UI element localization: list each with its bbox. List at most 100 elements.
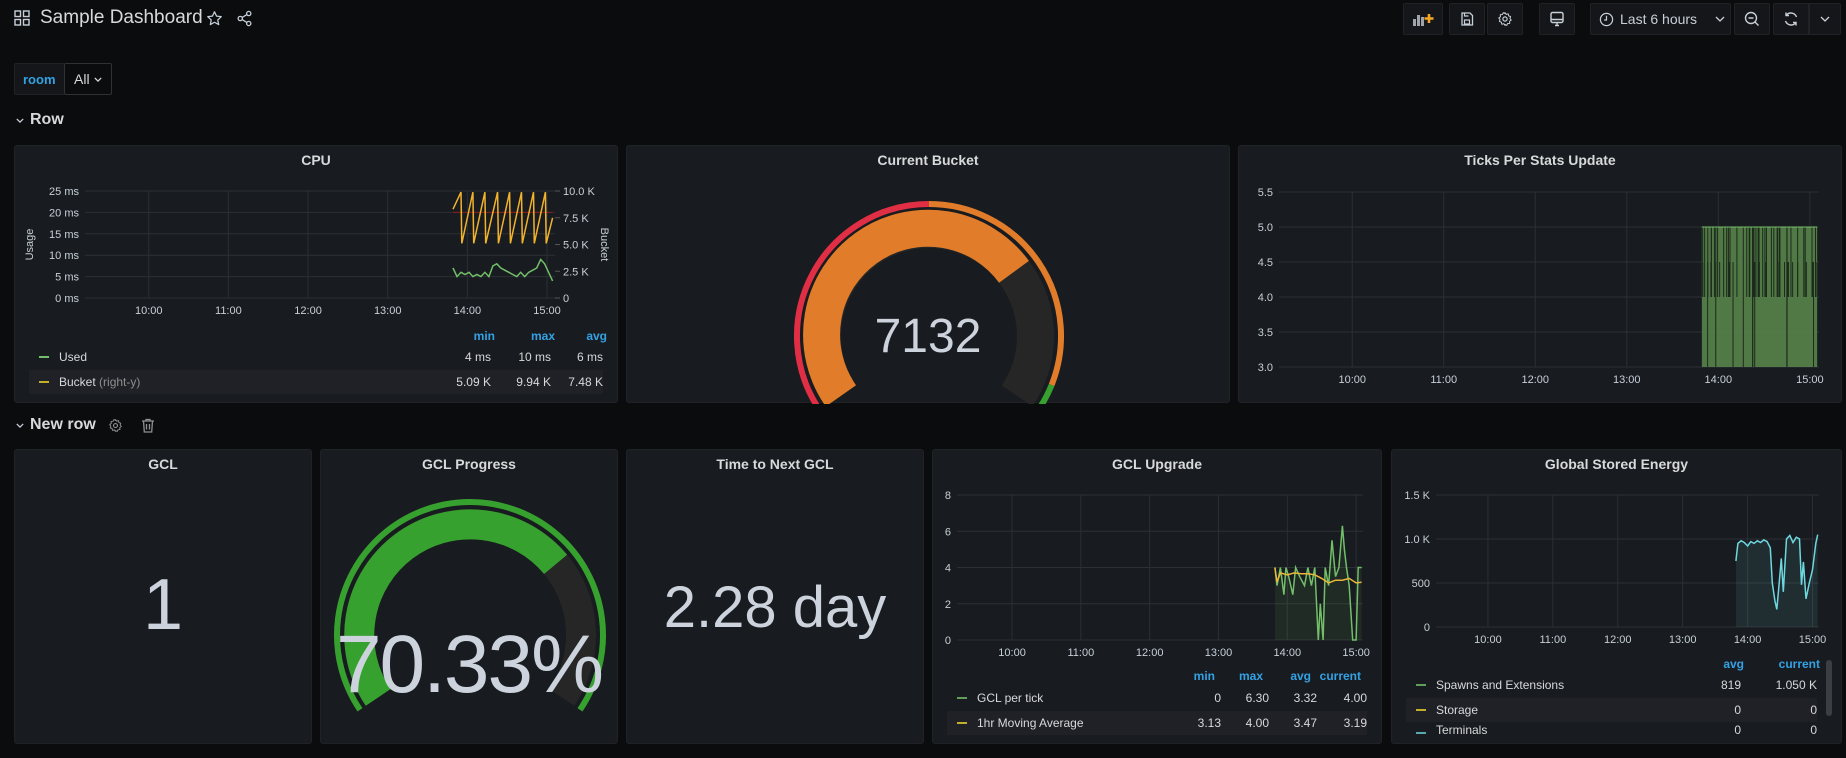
x-tick-label: 11:00 — [1430, 374, 1457, 386]
legend-min: 3.13 — [1197, 716, 1221, 730]
row-title: Row — [30, 111, 64, 128]
legend-header-min[interactable]: min — [1163, 669, 1215, 683]
legend-item-storage[interactable]: Storage 0 0 — [1406, 698, 1817, 722]
dashboard-settings-button[interactable] — [1487, 3, 1523, 35]
save-dashboard-button[interactable] — [1449, 3, 1485, 35]
x-tick-label: 14:00 — [1734, 634, 1762, 646]
legend-name: Bucket — [59, 375, 96, 389]
legend-swatch — [1416, 732, 1426, 734]
legend-swatch — [1416, 684, 1426, 686]
legend-header: min max avg current — [1163, 669, 1361, 683]
ticks-chart: 3.0 3.5 4.0 4.5 5.0 5.5 10:00 11:00 12:00 13:00 14… — [1258, 187, 1824, 386]
y-tick-label: 4 — [945, 563, 951, 575]
y-tick-label: 1.0 K — [1404, 534, 1430, 546]
legend-header-max[interactable]: max — [495, 329, 555, 343]
legend-current: 1.050 K — [1775, 678, 1817, 692]
y-tick-label: 15 ms — [49, 229, 79, 241]
legend-name: Spawns and Extensions — [1436, 678, 1565, 692]
zoom-out-button[interactable] — [1734, 3, 1770, 35]
legend-header-min[interactable]: min — [455, 329, 495, 343]
legend-header-avg[interactable]: avg — [555, 329, 607, 343]
x-tick-label: 13:00 — [1205, 647, 1233, 659]
legend-header-max[interactable]: max — [1215, 669, 1263, 683]
y-tick-label: 3.5 — [1258, 327, 1273, 339]
legend-max: 4.00 — [1245, 716, 1269, 730]
legend-current: 0 — [1810, 723, 1817, 737]
chevron-down-icon — [1715, 16, 1725, 22]
y-tick-label: 2 — [945, 599, 951, 611]
legend-item-gcl-per-tick[interactable]: GCL per tick 0 6.30 3.32 4.00 — [947, 686, 1367, 710]
panel-gcl: GCL 1 — [14, 449, 312, 744]
add-panel-button[interactable] — [1403, 3, 1443, 35]
panel-ticks-per-stats-update: Ticks Per Stats Update 3.0 3.5 4.0 4.5 5.0 5.… — [1238, 145, 1842, 403]
refresh-interval-dropdown[interactable] — [1809, 3, 1841, 35]
top-bar: Sample Dashboard Last 6 hours — [0, 0, 1846, 38]
row-settings-icon[interactable] — [108, 418, 123, 433]
legend-current: 4.00 — [1343, 691, 1367, 705]
legend-name: Storage — [1436, 703, 1479, 717]
legend-item-moving-average[interactable]: 1hr Moving Average 3.13 4.00 3.47 3.19 — [947, 711, 1367, 735]
y-tick-label: 8 — [945, 490, 951, 502]
time-range-picker[interactable]: Last 6 hours — [1590, 3, 1731, 35]
legend-header: avg current — [1692, 657, 1820, 671]
legend-item-terminals[interactable]: Terminals 0 0 — [1406, 723, 1817, 737]
legend-item-used[interactable]: Used 4 ms 10 ms 6 ms — [29, 345, 603, 369]
y-tick-label: 0 — [1424, 622, 1430, 634]
panel-title[interactable]: Time to Next GCL — [627, 456, 923, 472]
legend-scrollbar[interactable] — [1826, 660, 1832, 716]
legend-item-spawns[interactable]: Spawns and Extensions 819 1.050 K — [1406, 673, 1817, 697]
x-tick-label: 12:00 — [294, 305, 322, 317]
legend-header-avg[interactable]: avg — [1263, 669, 1311, 683]
legend-header: min max avg — [455, 329, 607, 343]
legend-name: Used — [59, 350, 88, 364]
legend-max: 9.94 K — [516, 375, 551, 389]
row-header-new-row[interactable]: New row — [16, 416, 96, 434]
x-tick-label: 15:00 — [1799, 634, 1827, 646]
tv-mode-button[interactable] — [1539, 3, 1575, 35]
y-tick-label: 6 — [945, 526, 951, 538]
panel-time-to-next-gcl: Time to Next GCL 2.28 day — [626, 449, 924, 744]
row-header-row[interactable]: Row — [16, 111, 64, 129]
y2-axis-label: Bucket — [598, 228, 610, 262]
legend-name: 1hr Moving Average — [977, 716, 1084, 730]
y-tick-label: 0 ms — [55, 293, 79, 305]
add-panel-icon — [1413, 14, 1434, 26]
share-icon[interactable] — [236, 10, 253, 27]
x-tick-label: 14:00 — [1274, 647, 1302, 659]
legend-swatch — [957, 697, 967, 699]
row-delete-icon[interactable] — [141, 418, 155, 433]
row-title: New row — [30, 416, 96, 433]
series-used — [452, 258, 554, 282]
y-tick-label: 0 — [945, 635, 951, 647]
y-tick-label: 5 ms — [55, 272, 79, 284]
save-icon — [1461, 12, 1474, 26]
y-axis-label: Usage — [24, 229, 36, 261]
x-tick-label: 14:00 — [454, 305, 482, 317]
gcl-value: 1 — [142, 565, 184, 645]
y-tick-label: 20 ms — [49, 207, 79, 219]
dashboard-grid-icon[interactable] — [14, 10, 30, 26]
star-icon[interactable] — [206, 10, 223, 27]
chevron-down-icon — [1820, 16, 1830, 22]
x-tick-label: 10:00 — [998, 647, 1026, 659]
x-tick-label: 10:00 — [1474, 634, 1502, 646]
y-tick-label: 25 ms — [49, 186, 79, 198]
legend-swatch — [39, 381, 49, 383]
legend-item-bucket[interactable]: Bucket (right-y) 5.09 K 9.94 K 7.48 K — [29, 370, 603, 394]
x-tick-label: 13:00 — [374, 305, 402, 317]
legend-header-current[interactable]: current — [1311, 669, 1361, 683]
panel-title[interactable]: GCL — [15, 456, 311, 472]
refresh-button[interactable] — [1773, 3, 1809, 35]
y2-tick-label: 0 — [563, 293, 569, 305]
legend-min: 0 — [1214, 691, 1221, 705]
dashboard-title[interactable]: Sample Dashboard — [40, 7, 203, 29]
legend-header-current[interactable]: current — [1744, 657, 1820, 671]
time-to-next-gcl-value: 2.28 day — [663, 575, 887, 640]
bucket-gauge — [793, 201, 1065, 404]
legend-header-avg[interactable]: avg — [1692, 657, 1744, 671]
variable-select-room[interactable]: All — [64, 63, 112, 95]
cpu-chart: 0 ms 5 ms 10 ms 15 ms 20 ms 25 ms 10:00 11:00 12… — [24, 186, 610, 317]
panel-current-bucket: Current Bucket 7132 — [626, 145, 1230, 404]
legend-avg: 819 — [1720, 678, 1741, 692]
chevron-down-icon — [93, 76, 102, 82]
